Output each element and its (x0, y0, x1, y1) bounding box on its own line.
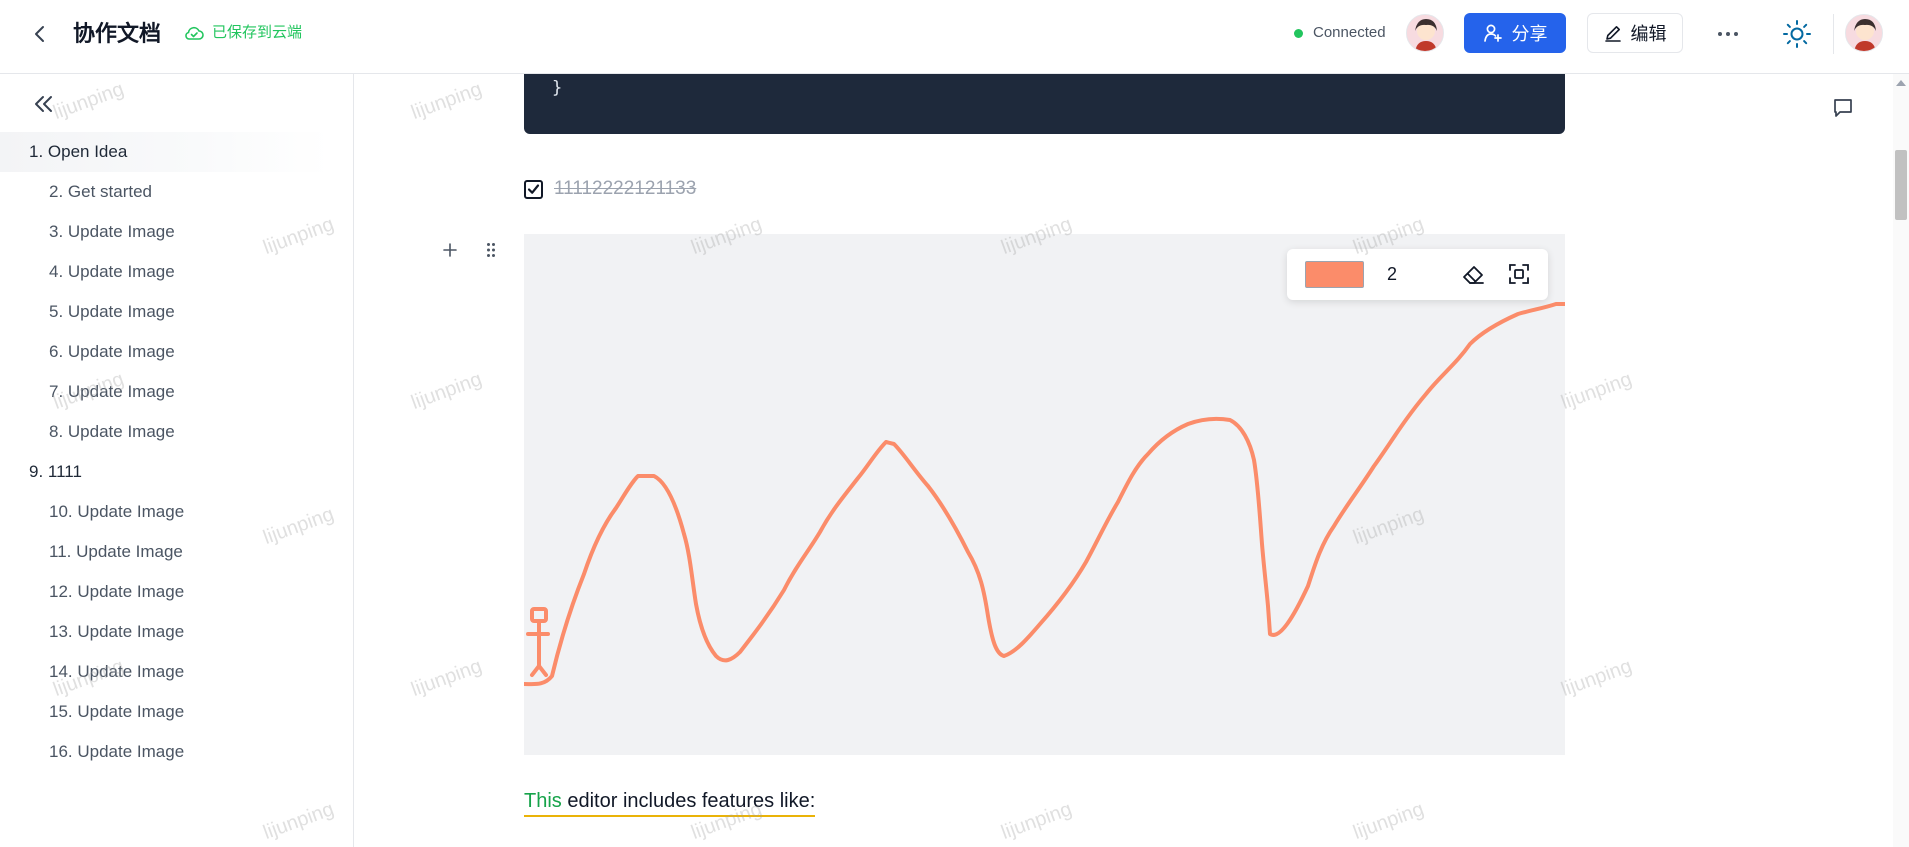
outline-list: 1. Open Idea 2. Get started 3. Update Imag… (0, 132, 330, 772)
editor-content: } 11112222121133 This editor includes fe… (355, 74, 1909, 847)
save-status: 已保存到云端 (184, 22, 302, 44)
task-checkbox[interactable] (524, 179, 543, 199)
theme-toggle-button[interactable] (1780, 17, 1814, 51)
code-block[interactable]: } (524, 74, 1565, 134)
avatar-image (1407, 15, 1443, 51)
connection-label: Connected (1313, 24, 1386, 41)
scroll-up-arrow-icon[interactable] (1896, 80, 1906, 86)
freehand-stroke (524, 302, 1565, 687)
connection-dot (1294, 28, 1303, 38)
user-avatar[interactable] (1845, 14, 1883, 52)
outline-item[interactable]: 4. Update Image (0, 252, 330, 292)
collapse-sidebar-button[interactable] (30, 90, 58, 118)
document-title: 协作文档 (73, 21, 162, 46)
share-user-icon (1483, 24, 1502, 42)
eraser-button[interactable] (1459, 260, 1487, 288)
header-divider (1833, 14, 1834, 54)
pencil-icon (1604, 26, 1621, 42)
eraser-icon (1463, 266, 1484, 284)
plus-icon (443, 243, 457, 257)
outline-item[interactable]: 3. Update Image (0, 212, 330, 252)
drawing-toolbar: 2 (1287, 249, 1548, 300)
chevron-left-icon (35, 26, 44, 42)
outline-item[interactable]: 12. Update Image (0, 572, 330, 612)
back-button[interactable] (26, 20, 54, 48)
top-header: 协作文档 已保存到云端 Connected 分享 编辑 (0, 0, 1909, 74)
share-label: 分享 (1511, 24, 1548, 44)
more-horizontal-icon (1718, 32, 1738, 36)
save-status-text: 已保存到云端 (212, 24, 303, 41)
edit-label: 编辑 (1630, 24, 1667, 44)
chevrons-left-icon (35, 96, 52, 112)
stick-figure (526, 607, 550, 677)
cloud-check-icon (185, 26, 204, 40)
fullscreen-icon (1509, 264, 1529, 284)
outline-item[interactable]: 11. Update Image (0, 532, 330, 572)
task-text[interactable]: 11112222121133 (554, 178, 696, 200)
outline-item[interactable]: 10. Update Image (0, 492, 330, 532)
outline-item[interactable]: 7. Update Image (0, 372, 330, 412)
outline-item[interactable]: 6. Update Image (0, 332, 330, 372)
outline-item[interactable]: 15. Update Image (0, 692, 330, 732)
drawing-canvas[interactable] (524, 234, 1565, 755)
add-block-button[interactable] (440, 240, 460, 260)
stroke-size-input[interactable]: 2 (1387, 262, 1397, 286)
comment-icon (1834, 99, 1852, 117)
fullscreen-button[interactable] (1505, 260, 1533, 288)
paragraph-text: editor includes features like: (561, 790, 816, 812)
outline-item[interactable]: 16. Update Image (0, 732, 330, 772)
outline-sidebar: 1. Open Idea 2. Get started 3. Update Imag… (0, 74, 354, 847)
connection-status: Connected (1294, 22, 1386, 44)
outline-item[interactable]: 13. Update Image (0, 612, 330, 652)
grip-vertical-icon (487, 243, 495, 257)
highlighted-word: This (524, 790, 562, 812)
vertical-scrollbar[interactable] (1893, 74, 1909, 847)
paragraph[interactable]: This editor includes features like: (524, 787, 816, 817)
drag-handle[interactable] (483, 240, 499, 260)
more-options-button[interactable] (1713, 20, 1743, 48)
scroll-thumb[interactable] (1895, 150, 1907, 220)
avatar-image (1846, 15, 1882, 51)
freehand-drawing (524, 302, 1565, 687)
edit-button[interactable]: 编辑 (1587, 13, 1683, 53)
code-line: } (552, 78, 563, 98)
outline-item[interactable]: 5. Update Image (0, 292, 330, 332)
outline-item[interactable]: 9. 1111 (0, 452, 330, 492)
outline-item[interactable]: 8. Update Image (0, 412, 330, 452)
outline-item[interactable]: 2. Get started (0, 172, 330, 212)
share-button[interactable]: 分享 (1464, 13, 1566, 53)
comment-button[interactable] (1829, 94, 1857, 122)
outline-item[interactable]: 14. Update Image (0, 652, 330, 692)
outline-item[interactable]: 1. Open Idea (0, 132, 330, 172)
check-icon (527, 183, 540, 194)
sun-icon (1783, 20, 1811, 48)
app-root: 协作文档 已保存到云端 Connected 分享 编辑 1. Open Idea… (0, 0, 1909, 847)
task-item: 11112222121133 (524, 178, 696, 200)
collaborator-avatar[interactable] (1406, 14, 1444, 52)
stroke-color-swatch[interactable] (1305, 261, 1364, 288)
